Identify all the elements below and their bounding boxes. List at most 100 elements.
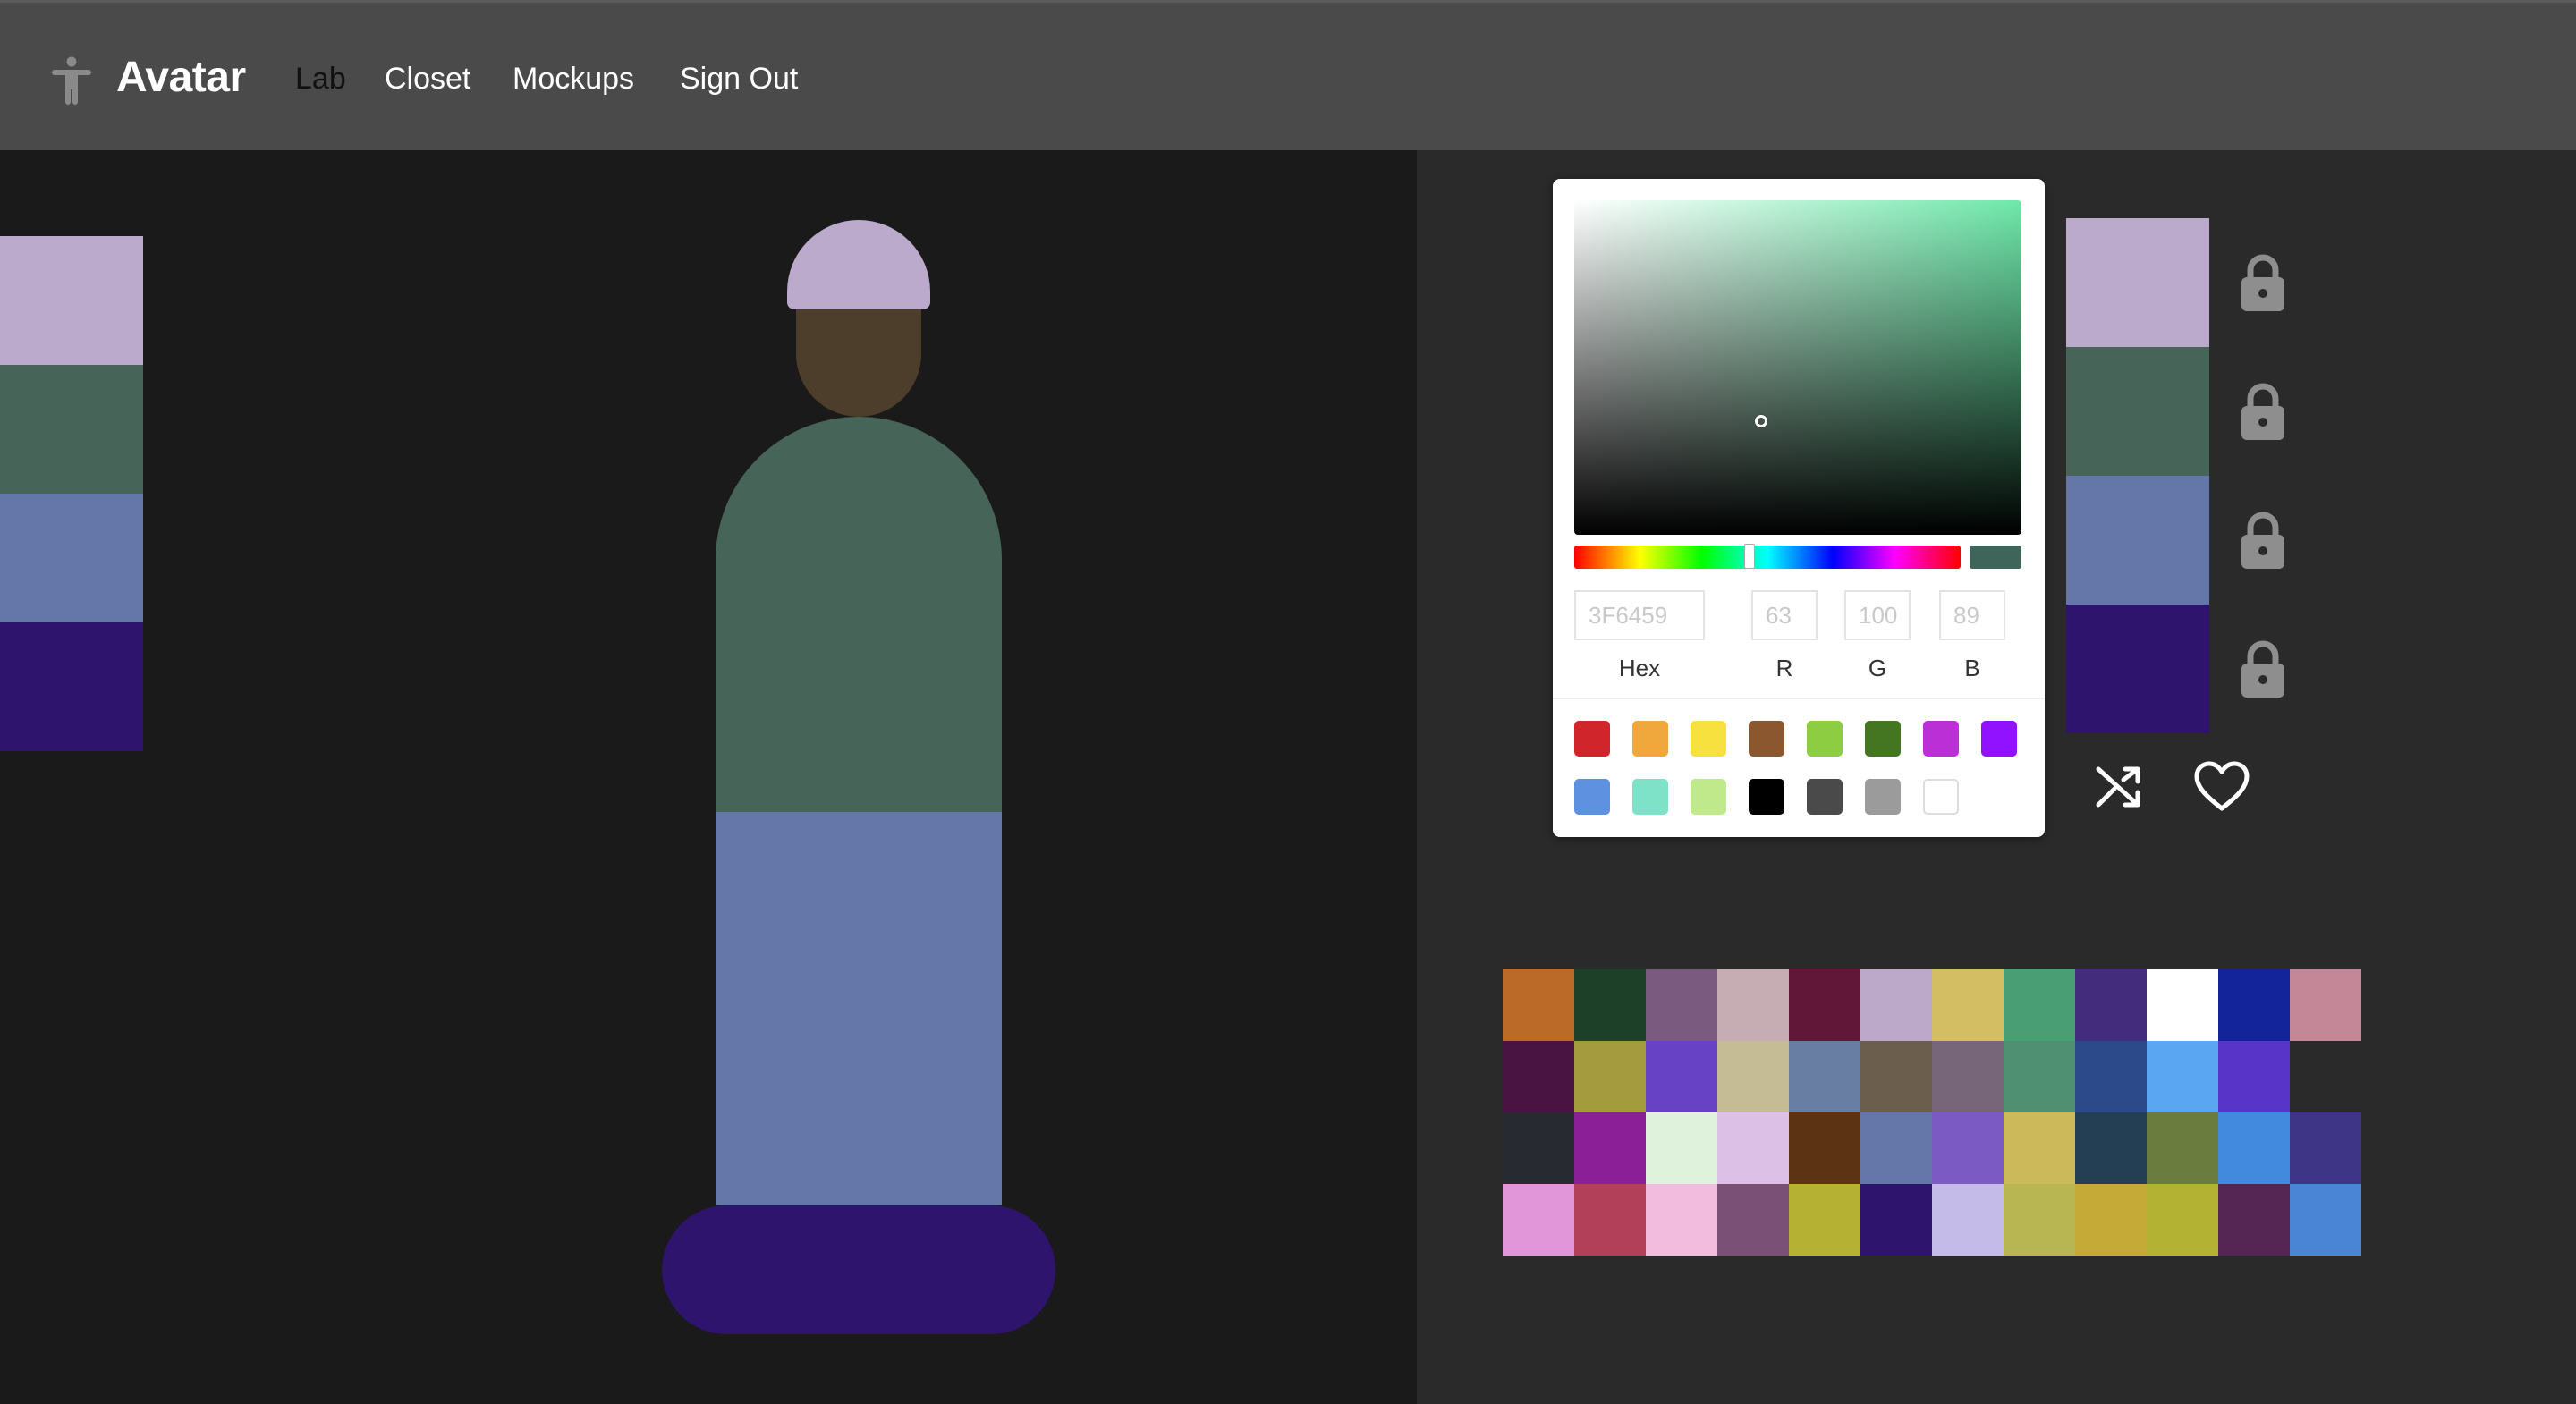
palette-swatch[interactable]: [2147, 1184, 2218, 1256]
strip-swatch-shirt: [0, 365, 143, 494]
palette-swatch[interactable]: [2147, 1041, 2218, 1112]
palette-swatch[interactable]: [1860, 1184, 1932, 1256]
palette-swatch[interactable]: [1574, 969, 1646, 1041]
palette-swatch[interactable]: [1932, 1184, 2004, 1256]
palette-swatch[interactable]: [1646, 1041, 1717, 1112]
hex-input[interactable]: [1574, 590, 1705, 640]
nav-lab[interactable]: Lab: [295, 62, 346, 97]
shuffle-icon[interactable]: [2095, 762, 2145, 812]
hex-label: Hex: [1618, 655, 1661, 681]
palette-swatch[interactable]: [1646, 1184, 1717, 1256]
palette-swatch[interactable]: [2147, 1112, 2218, 1184]
preset-swatch[interactable]: [1690, 779, 1726, 815]
palette-swatch[interactable]: [1503, 1041, 1574, 1112]
palette-swatch[interactable]: [2218, 1184, 2290, 1256]
preset-swatch[interactable]: [1807, 721, 1843, 757]
strip-swatch-pants: [0, 494, 143, 622]
preset-swatch[interactable]: [1574, 779, 1610, 815]
preset-swatch[interactable]: [1749, 779, 1784, 815]
nav-sign-out[interactable]: Sign Out: [680, 62, 798, 97]
palette-swatch[interactable]: [1646, 969, 1717, 1041]
heart-icon[interactable]: [2193, 760, 2250, 812]
palette-swatch[interactable]: [2075, 1112, 2147, 1184]
palette-swatch[interactable]: [2218, 969, 2290, 1041]
preset-swatch[interactable]: [1923, 721, 1959, 757]
preset-swatch[interactable]: [1574, 721, 1610, 757]
picker-divider: [1553, 698, 2045, 699]
slot-swatch-shirt[interactable]: [2066, 347, 2209, 476]
slot-swatch-pants[interactable]: [2066, 476, 2209, 605]
preset-swatch[interactable]: [1981, 721, 2017, 757]
strip-swatch-hat: [0, 236, 143, 365]
nav-closet[interactable]: Closet: [385, 62, 470, 97]
b-input[interactable]: [1939, 590, 2005, 640]
palette-swatch[interactable]: [1717, 1184, 1789, 1256]
avatar-pants[interactable]: [716, 812, 1002, 1205]
color-picker: Hex R G B: [1553, 179, 2045, 837]
g-input[interactable]: [1844, 590, 1911, 640]
palette-swatch[interactable]: [2218, 1041, 2290, 1112]
palette-swatch[interactable]: [2290, 1184, 2361, 1256]
palette-swatch[interactable]: [1789, 969, 1860, 1041]
slot-swatch-shoes[interactable]: [2066, 605, 2209, 733]
hue-slider-thumb[interactable]: [1744, 544, 1755, 569]
palette-swatch[interactable]: [2004, 969, 2075, 1041]
accessibility-person-icon: [52, 56, 91, 105]
palette-swatch[interactable]: [2147, 969, 2218, 1041]
palette-swatch[interactable]: [2290, 969, 2361, 1041]
palette-swatch[interactable]: [2218, 1112, 2290, 1184]
avatar-face[interactable]: [796, 292, 921, 417]
r-input[interactable]: [1751, 590, 1818, 640]
palette-swatch[interactable]: [1860, 1112, 1932, 1184]
hue-slider[interactable]: [1574, 544, 1961, 569]
palette-swatch[interactable]: [1860, 969, 1932, 1041]
r-label: R: [1775, 655, 1793, 681]
palette-swatch[interactable]: [2004, 1041, 2075, 1112]
palette-swatch[interactable]: [1717, 969, 1789, 1041]
palette-swatch[interactable]: [2075, 1041, 2147, 1112]
palette-swatch[interactable]: [1789, 1041, 1860, 1112]
preset-swatch[interactable]: [1807, 779, 1843, 815]
saturation-cursor[interactable]: [1755, 415, 1767, 427]
strip-swatch-shoes: [0, 622, 143, 751]
palette-swatch[interactable]: [1789, 1184, 1860, 1256]
palette-swatch[interactable]: [1646, 1112, 1717, 1184]
palette-swatch[interactable]: [2075, 969, 2147, 1041]
palette-swatch[interactable]: [1860, 1041, 1932, 1112]
palette-swatch[interactable]: [1503, 1184, 1574, 1256]
palette-swatch[interactable]: [1574, 1041, 1646, 1112]
avatar-shirt[interactable]: [716, 417, 1002, 812]
palette-swatch[interactable]: [2290, 1112, 2361, 1184]
palette-swatch[interactable]: [1503, 1112, 1574, 1184]
preset-swatch[interactable]: [1690, 721, 1726, 757]
palette-swatch[interactable]: [2004, 1184, 2075, 1256]
preset-swatch[interactable]: [1865, 721, 1901, 757]
preset-swatch[interactable]: [1632, 721, 1668, 757]
lock-icon[interactable]: [2240, 640, 2286, 699]
saturation-value-area[interactable]: [1574, 200, 2021, 535]
preset-swatch[interactable]: [1632, 779, 1668, 815]
palette-swatch[interactable]: [2075, 1184, 2147, 1256]
brand-title[interactable]: Avatar: [116, 53, 246, 102]
palette-swatch[interactable]: [1932, 969, 2004, 1041]
preset-swatch[interactable]: [1923, 779, 1959, 815]
palette-swatch[interactable]: [1574, 1184, 1646, 1256]
palette-swatch[interactable]: [1717, 1041, 1789, 1112]
lock-icon[interactable]: [2240, 383, 2286, 442]
nav-mockups[interactable]: Mockups: [513, 62, 634, 97]
palette-swatch[interactable]: [1717, 1112, 1789, 1184]
palette-swatch[interactable]: [2004, 1112, 2075, 1184]
lock-icon[interactable]: [2240, 254, 2286, 313]
palette-swatch[interactable]: [1932, 1041, 2004, 1112]
lock-icon[interactable]: [2240, 512, 2286, 571]
preset-swatch[interactable]: [1749, 721, 1784, 757]
avatar-shoes[interactable]: [662, 1205, 1055, 1334]
palette-swatch[interactable]: [1574, 1112, 1646, 1184]
preset-swatch[interactable]: [1865, 779, 1901, 815]
palette-swatch[interactable]: [1789, 1112, 1860, 1184]
palette-swatch[interactable]: [1932, 1112, 2004, 1184]
slot-swatch-hat[interactable]: [2066, 218, 2209, 347]
b-label: B: [1964, 655, 1980, 681]
top-navbar: Avatar Lab Closet Mockups Sign Out: [0, 0, 2576, 150]
palette-swatch[interactable]: [1503, 969, 1574, 1041]
